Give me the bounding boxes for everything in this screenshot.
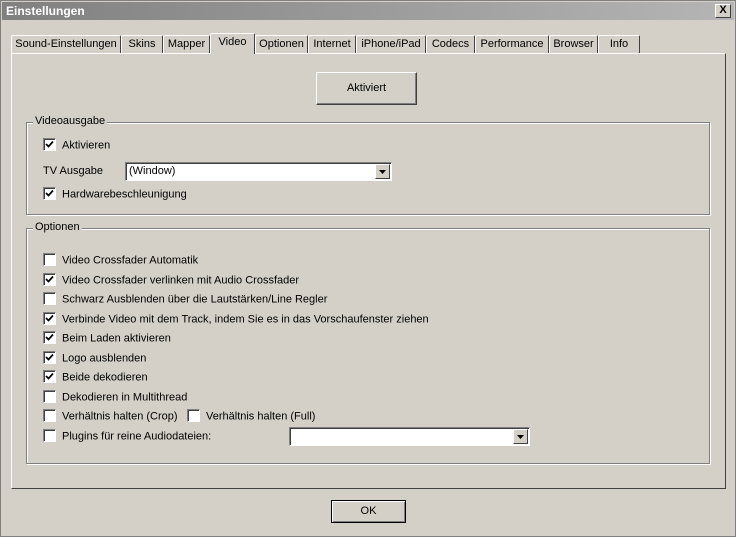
checkbox-box[interactable] <box>43 429 56 442</box>
ok-button[interactable]: OK <box>331 500 406 523</box>
checkbox-box[interactable] <box>43 187 56 200</box>
verhaeltnis-full-checkbox[interactable]: Verhältnis halten (Full) <box>187 409 316 424</box>
checkbox-box[interactable] <box>43 370 56 383</box>
tab-browser[interactable]: Browser <box>549 35 598 53</box>
optionen-title: Optionen <box>33 221 82 233</box>
checkbox-box[interactable] <box>43 312 56 325</box>
option-checkbox-4[interactable]: Beim Laden aktivieren <box>43 331 171 346</box>
option-label: Dekodieren in Multithread <box>62 391 188 404</box>
videoausgabe-group: Videoausgabe Aktivieren TV Ausgabe (Wind… <box>26 115 710 215</box>
option-label: Logo ausblenden <box>62 352 147 365</box>
option-label: Video Crossfader verlinken mit Audio Cro… <box>62 274 300 287</box>
tab-info[interactable]: Info <box>598 35 640 53</box>
tv-ausgabe-label: TV Ausgabe <box>43 165 103 177</box>
option-checkbox-1[interactable]: Video Crossfader verlinken mit Audio Cro… <box>43 273 300 288</box>
option-checkbox-7[interactable]: Dekodieren in Multithread <box>43 390 188 405</box>
option-label: Beim Laden aktivieren <box>62 332 171 345</box>
tab-optionen[interactable]: Optionen <box>255 35 308 53</box>
close-button[interactable]: X <box>715 4 731 18</box>
title-bar: Einstellungen X <box>2 2 734 20</box>
option-label: Schwarz Ausblenden über die Lautstärken/… <box>62 293 328 306</box>
aktivieren-checkbox[interactable]: Aktivieren <box>43 138 111 153</box>
tv-ausgabe-value: (Window) <box>129 165 176 177</box>
video-tab-panel: Aktiviert Videoausgabe Aktivieren TV Aus… <box>11 53 726 489</box>
tab-performance[interactable]: Performance <box>475 35 549 53</box>
option-label: Video Crossfader Automatik <box>62 254 199 267</box>
checkbox-box[interactable] <box>187 409 200 422</box>
verhaeltnis-crop-label: Verhältnis halten (Crop) <box>62 410 178 423</box>
plugins-select[interactable] <box>289 427 530 446</box>
dropdown-arrow-icon[interactable] <box>513 429 528 444</box>
option-checkbox-2[interactable]: Schwarz Ausblenden über die Lautstärken/… <box>43 292 328 307</box>
checkbox-box[interactable] <box>43 273 56 286</box>
hardwarebeschleunigung-label: Hardwarebeschleunigung <box>62 188 187 201</box>
settings-window: Einstellungen X Sound-Einstellungen Skin… <box>0 0 736 537</box>
tab-mapper[interactable]: Mapper <box>163 35 210 53</box>
option-label: Beide dekodieren <box>62 371 148 384</box>
aktiviert-button[interactable]: Aktiviert <box>316 72 417 105</box>
option-label: Verbinde Video mit dem Track, indem Sie … <box>62 313 429 326</box>
tab-codecs[interactable]: Codecs <box>426 35 475 53</box>
window-title: Einstellungen <box>6 4 85 18</box>
videoausgabe-title: Videoausgabe <box>33 115 108 127</box>
checkbox-box[interactable] <box>43 138 56 151</box>
tab-video[interactable]: Video <box>210 33 255 54</box>
checkbox-box[interactable] <box>43 253 56 266</box>
option-checkbox-6[interactable]: Beide dekodieren <box>43 370 148 385</box>
plugins-label: Plugins für reine Audiodateien: <box>62 430 212 443</box>
plugins-checkbox[interactable]: Plugins für reine Audiodateien: <box>43 429 212 444</box>
option-checkbox-0[interactable]: Video Crossfader Automatik <box>43 253 199 268</box>
tab-skins[interactable]: Skins <box>121 35 163 53</box>
tab-iphone-ipad[interactable]: iPhone/iPad <box>356 35 426 53</box>
hardwarebeschleunigung-checkbox[interactable]: Hardwarebeschleunigung <box>43 187 187 202</box>
checkbox-box[interactable] <box>43 351 56 364</box>
checkbox-box[interactable] <box>43 292 56 305</box>
tv-ausgabe-select[interactable]: (Window) <box>125 162 392 181</box>
checkbox-box[interactable] <box>43 409 56 422</box>
optionen-group: Optionen Video Crossfader Automatik Vide… <box>26 221 710 464</box>
option-checkbox-3[interactable]: Verbinde Video mit dem Track, indem Sie … <box>43 312 429 327</box>
dropdown-arrow-icon[interactable] <box>375 164 390 179</box>
option-checkbox-5[interactable]: Logo ausblenden <box>43 351 147 366</box>
checkbox-box[interactable] <box>43 331 56 344</box>
aktivieren-label: Aktivieren <box>62 139 111 152</box>
tab-sound-einstellungen[interactable]: Sound-Einstellungen <box>11 35 121 53</box>
tab-internet[interactable]: Internet <box>308 35 356 53</box>
verhaeltnis-full-label: Verhältnis halten (Full) <box>206 410 316 423</box>
checkbox-box[interactable] <box>43 390 56 403</box>
verhaeltnis-crop-checkbox[interactable]: Verhältnis halten (Crop) <box>43 409 178 424</box>
